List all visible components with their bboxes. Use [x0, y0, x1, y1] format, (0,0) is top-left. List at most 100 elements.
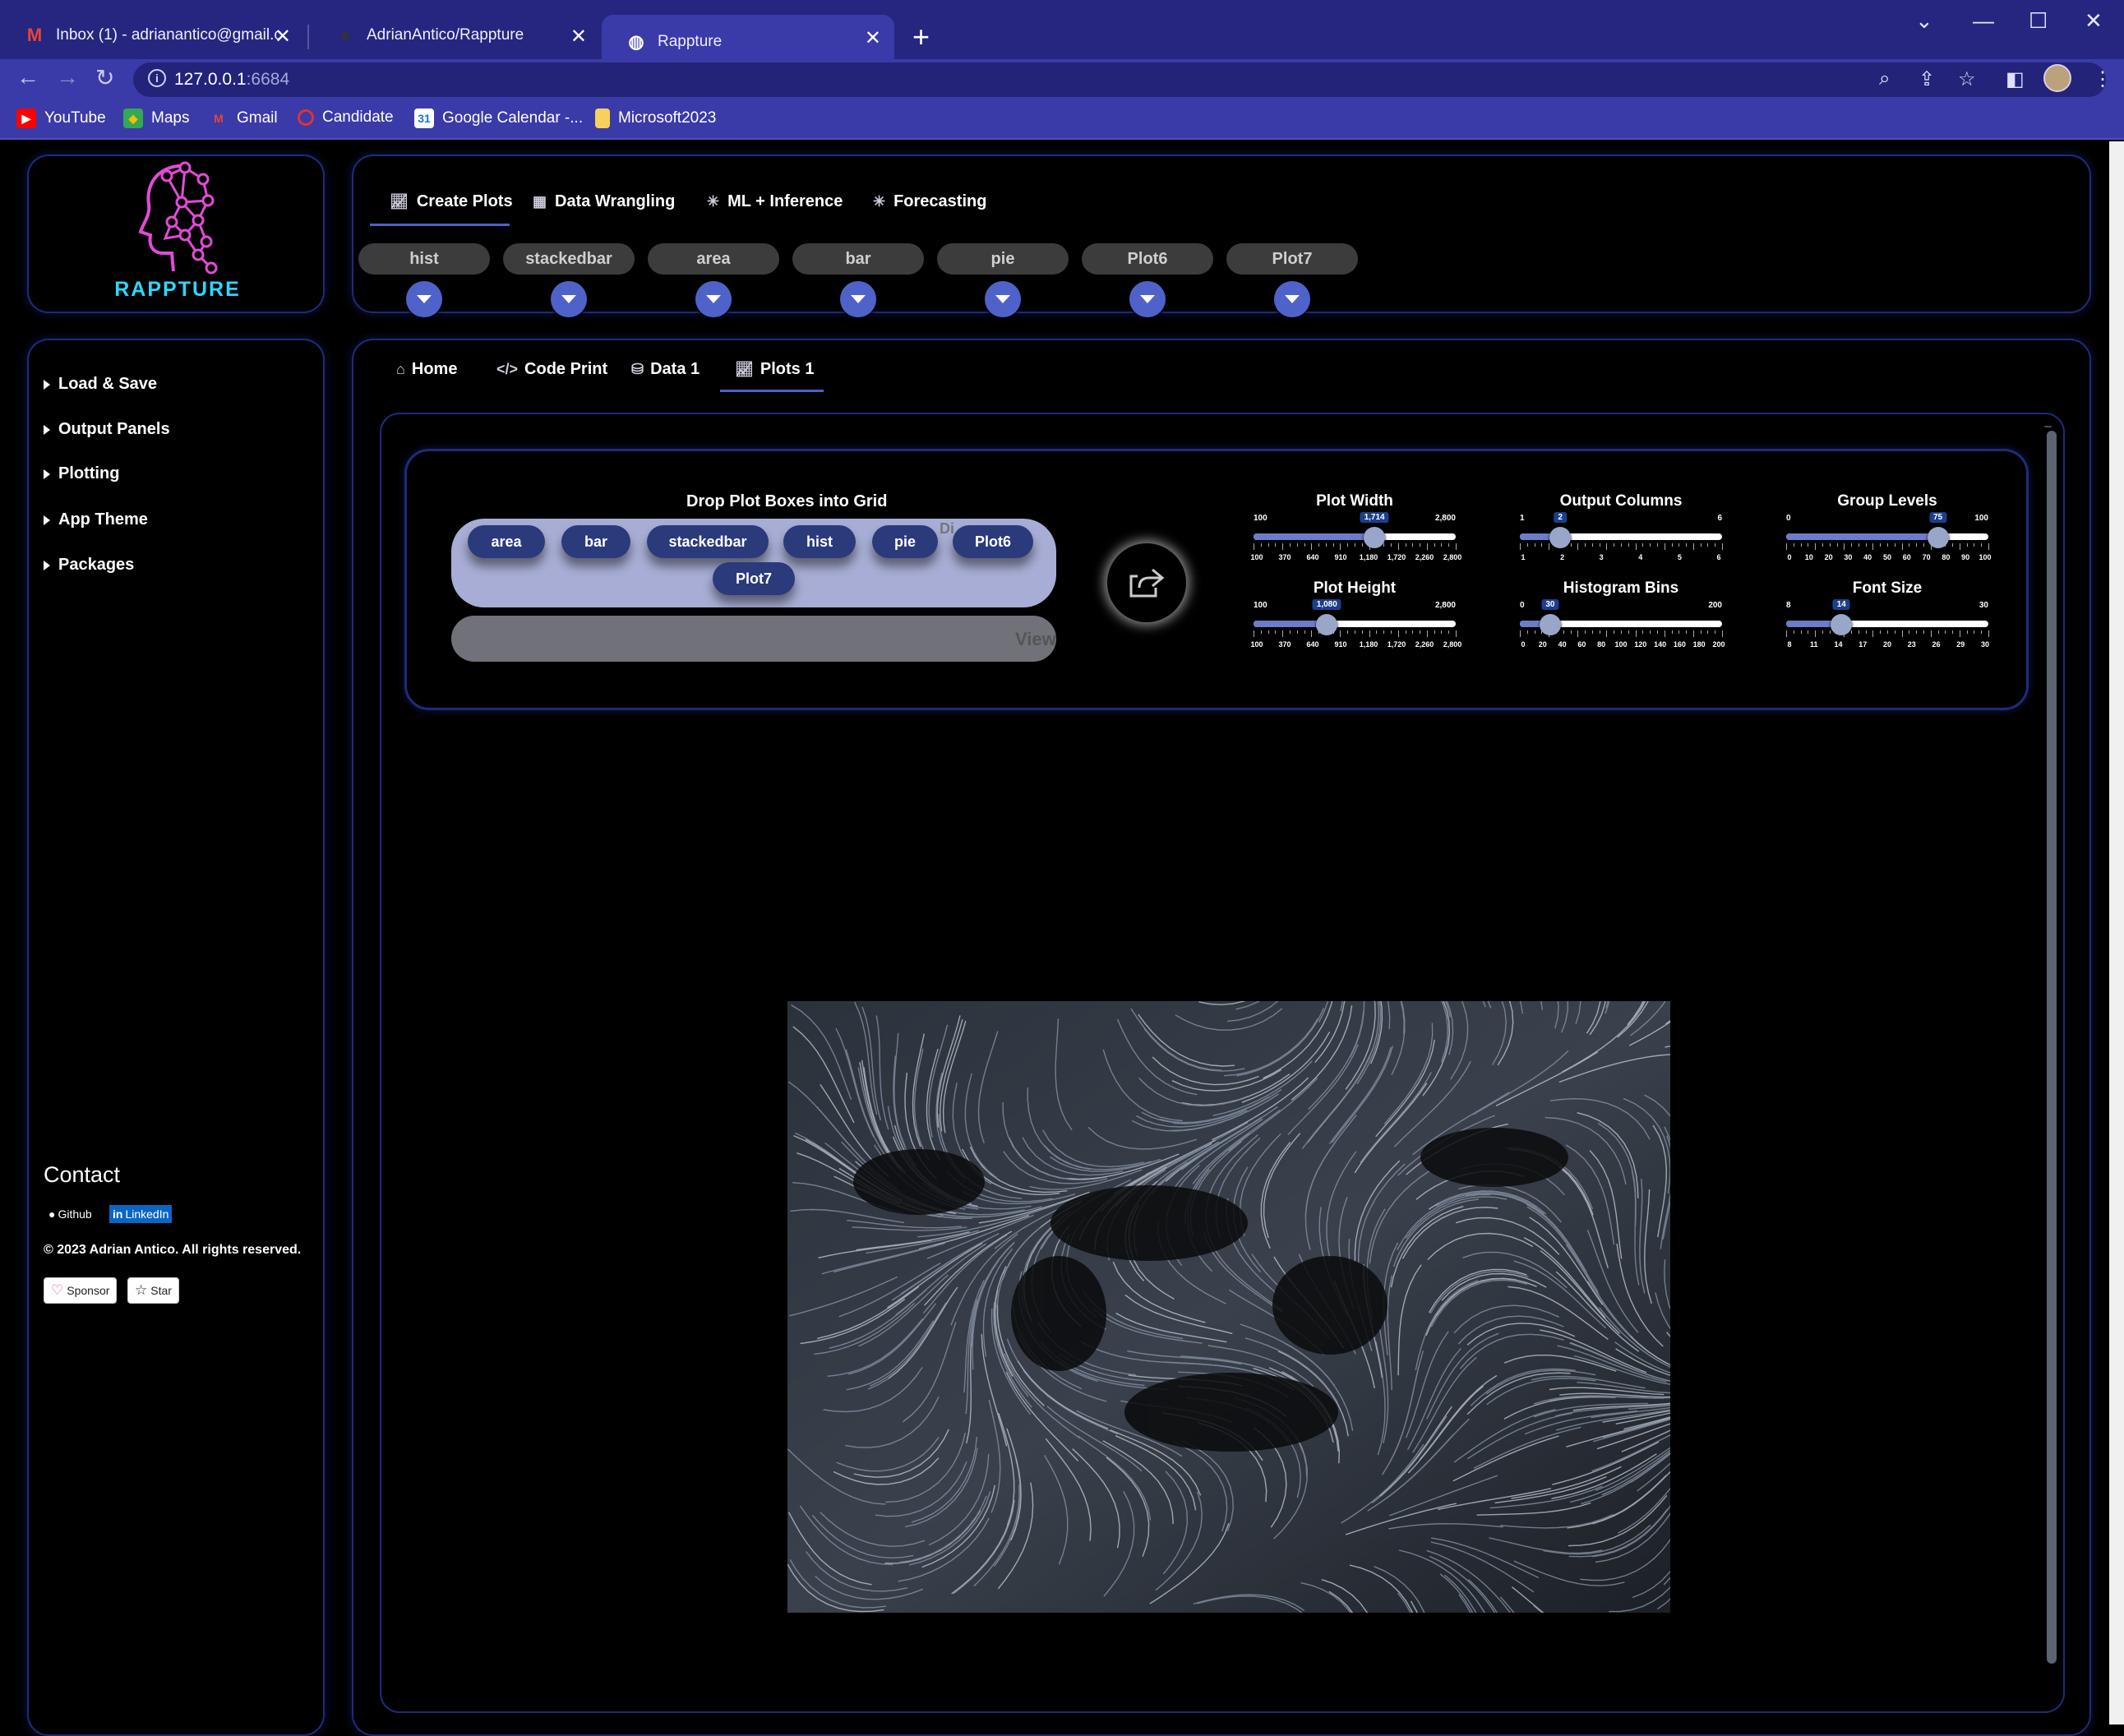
plot-width-slider[interactable]: Plot Width 100 2,800 1,714 100 370 640 910 1,180…: [1250, 492, 1461, 561]
sidebar-item-label: Output Panels: [58, 420, 170, 438]
slider-tick: [1851, 630, 1853, 634]
share-page-icon[interactable]: ⇪: [1919, 67, 1935, 91]
slider-tick-label: 29: [1956, 640, 1965, 649]
address-bar[interactable]: 127.0.0.1:6684: [133, 62, 2106, 97]
back-icon[interactable]: ←: [16, 64, 39, 90]
star-button[interactable]: ☆ Star: [127, 1277, 179, 1304]
sidebar-item-output-panels[interactable]: Output Panels: [44, 420, 170, 439]
line-chart-icon: 📈︎: [735, 361, 754, 377]
plot-dropdown-area[interactable]: [695, 281, 732, 317]
bookmark-microsoft2023[interactable]: Microsoft2023: [595, 108, 716, 128]
slider-max-label: 200: [1708, 601, 1722, 610]
page-scrollbar[interactable]: [2109, 141, 2124, 1724]
profile-avatar[interactable]: [2043, 64, 2071, 92]
plot-dropdown-bar[interactable]: [840, 281, 876, 317]
tab-data-wrangling[interactable]: ▦ Data Wrangling: [533, 192, 675, 211]
subtab-home[interactable]: ⌂ Home: [396, 360, 457, 379]
slider-tick: [1412, 630, 1414, 634]
close-tab-icon[interactable]: ✕: [865, 26, 881, 50]
output-columns-slider[interactable]: Output Columns 1 6 2 1 2 3 4 5 6: [1520, 492, 1723, 561]
slider-ticks: [1786, 630, 1989, 637]
zoom-icon[interactable]: ⌕: [1879, 67, 1890, 90]
bookmark-gmail[interactable]: M Gmail: [209, 108, 277, 128]
plot-pill-plot7[interactable]: Plot7: [1226, 243, 1358, 275]
plot-dropdown-hist[interactable]: [406, 281, 442, 317]
sidebar-item-packages[interactable]: Packages: [44, 556, 134, 575]
maximize-icon[interactable]: ☐: [2029, 8, 2048, 34]
close-tab-icon[interactable]: ✕: [570, 25, 587, 48]
plot-pill-plot6[interactable]: Plot6: [1082, 243, 1213, 275]
slider-tick: [1707, 543, 1709, 547]
plot-pill-stackedbar[interactable]: stackedbar: [503, 243, 635, 275]
browser-tab-github[interactable]: ● AdrianAntico/Rappture ✕: [311, 15, 600, 56]
forward-icon[interactable]: →: [56, 64, 79, 90]
slider-tick: [1901, 630, 1903, 637]
reload-icon[interactable]: ↻: [95, 64, 114, 91]
slider-tick: [1815, 543, 1817, 550]
render-plots-button[interactable]: [1107, 543, 1186, 622]
slider-tick-labels: 0 10 20 30 40 50 60 70 80 90 100: [1786, 553, 1991, 563]
bookmark-star-icon[interactable]: ☆: [1958, 67, 1976, 91]
plot-chip-bar[interactable]: bar: [561, 525, 630, 558]
plot-chip-plot6[interactable]: Plot6: [953, 525, 1033, 558]
close-window-icon[interactable]: ✕: [2085, 8, 2103, 34]
slider-tick: [1836, 543, 1838, 547]
plot-grid-drop-zone[interactable]: [451, 616, 1056, 662]
slider-tick: [1260, 630, 1262, 634]
bookmark-google-calendar[interactable]: 31 Google Calendar -...: [414, 108, 583, 128]
histogram-bins-slider[interactable]: Histogram Bins 0 200 30 0 20 40 60 80 100 120 140 16…: [1520, 579, 1725, 649]
plot-chip-pie[interactable]: pie: [872, 525, 938, 558]
tab-search-icon[interactable]: ⌄: [1915, 8, 1933, 34]
browser-menu-icon[interactable]: ⋮: [2093, 67, 2112, 91]
rappture-logo-icon: [138, 161, 218, 275]
plot-dropdown-plot6[interactable]: [1129, 281, 1166, 317]
browser-tab-gmail[interactable]: M Inbox (1) - adrianantico@gmail.c ✕: [0, 15, 304, 56]
plot-pill-area[interactable]: area: [648, 243, 779, 275]
subtab-data-1[interactable]: ⛁ Data 1: [631, 360, 700, 379]
bookmark-maps[interactable]: ◆ Maps: [123, 108, 189, 128]
slider-ticks: [1786, 543, 1989, 550]
subtab-code-print[interactable]: </> Code Print: [496, 360, 607, 379]
content-scrollbar[interactable]: [2047, 431, 2057, 1664]
plot-chip-hist[interactable]: hist: [783, 525, 856, 558]
side-panel-icon[interactable]: ◧: [2006, 67, 2025, 91]
plot-height-slider[interactable]: Plot Height 100 2,800 1,080 100 370 640 910 1,18…: [1250, 579, 1461, 649]
github-badge[interactable]: ● Github: [45, 1205, 95, 1223]
slider-tick-label: 5: [1677, 553, 1682, 561]
sidebar-item-load-save[interactable]: Load & Save: [44, 375, 157, 394]
sidebar-item-app-theme[interactable]: App Theme: [44, 510, 148, 529]
plot-chip-stackedbar[interactable]: stackedbar: [647, 525, 769, 558]
sidebar-item-plotting[interactable]: Plotting: [44, 464, 119, 483]
close-tab-icon[interactable]: ✕: [275, 25, 291, 48]
slider-tick: [1844, 543, 1845, 550]
slider-tick: [1800, 630, 1802, 634]
tab-ml-inference[interactable]: ✳ ML + Inference: [707, 192, 843, 211]
minimize-icon[interactable]: —: [1973, 8, 1994, 34]
bookmark-youtube[interactable]: ▶ YouTube: [16, 108, 106, 128]
linkedin-badge[interactable]: in LinkedIn: [109, 1205, 173, 1223]
slider-fill: [1786, 533, 1938, 540]
plot-chip-area[interactable]: area: [468, 525, 545, 558]
site-info-icon[interactable]: i: [148, 69, 166, 87]
slider-tick-label: 30: [1980, 640, 1990, 649]
plot-dropdown-plot7[interactable]: [1274, 281, 1310, 317]
slider-min-label: 0: [1520, 601, 1525, 610]
plot-chip-plot7[interactable]: Plot7: [713, 562, 795, 595]
subtab-label: Code Print: [524, 360, 608, 378]
caret-down-icon: [995, 295, 1010, 303]
plot-dropdown-stackedbar[interactable]: [551, 281, 587, 317]
tab-create-plots[interactable]: 📈︎ Create Plots: [390, 192, 513, 211]
slider-tick-label: 370: [1278, 553, 1291, 561]
subtab-label: Data 1: [650, 360, 700, 378]
plot-dropdown-pie[interactable]: [985, 281, 1021, 317]
subtab-plots-1[interactable]: 📈︎ Plots 1: [735, 360, 814, 379]
bookmark-candidate[interactable]: Candidate: [298, 108, 394, 127]
plot-pill-pie[interactable]: pie: [937, 243, 1069, 275]
plot-pill-hist[interactable]: hist: [358, 243, 490, 275]
new-tab-icon[interactable]: +: [912, 20, 930, 54]
sponsor-button[interactable]: ♡ Sponsor: [44, 1277, 118, 1304]
group-levels-slider[interactable]: Group Levels 0 100 75 0 10 20 30 40 50 60 70 80 90 100: [1786, 492, 1992, 563]
tab-forecasting[interactable]: ✳ Forecasting: [873, 192, 986, 211]
plot-pill-bar[interactable]: bar: [792, 243, 924, 275]
font-size-slider[interactable]: Font Size 8 30 14 8 11 14 17 20 23 26 29 30: [1786, 579, 1990, 649]
